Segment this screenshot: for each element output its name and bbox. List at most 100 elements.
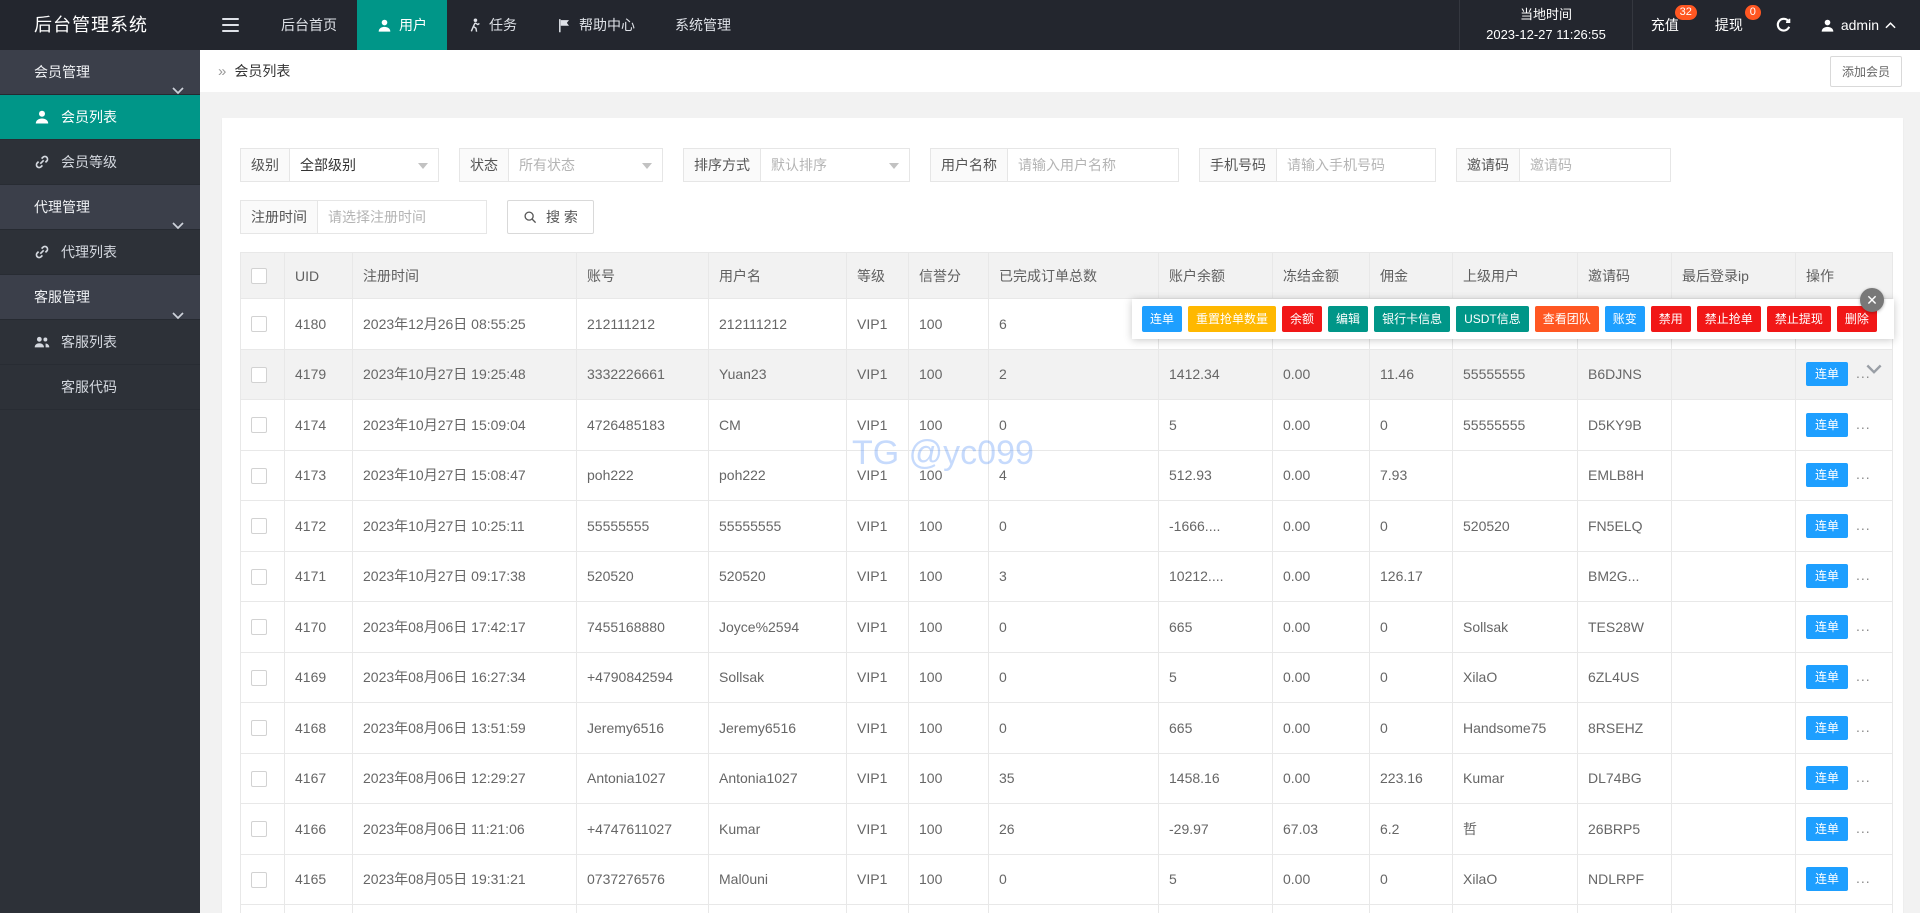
chain-order-button[interactable]: 连单 (1806, 715, 1849, 740)
select-all-checkbox[interactable] (251, 268, 267, 285)
sidebar-item-会员等级[interactable]: 会员等级 (0, 140, 200, 185)
popup-button-编辑[interactable]: 编辑 (1328, 306, 1369, 332)
chain-order-button[interactable]: 连单 (1806, 867, 1849, 892)
popup-button-连单[interactable]: 连单 (1142, 306, 1183, 332)
popup-button-银行卡信息[interactable]: 银行卡信息 (1374, 306, 1451, 332)
top-navbar: 后台管理系统 后台首页 用户 任务 帮助中心 系统管理 当地时间 2023-12-27 … (0, 0, 1920, 50)
link-icon (34, 244, 50, 260)
chain-order-button[interactable]: 连单 (1806, 412, 1849, 437)
cell (988, 904, 1159, 913)
row-checkbox[interactable] (251, 619, 267, 636)
popup-button-重置抢单数量[interactable]: 重置抢单数量 (1188, 306, 1277, 332)
popup-button-USDT信息[interactable]: USDT信息 (1456, 306, 1529, 332)
cell: poh222 (576, 449, 709, 501)
recharge-button[interactable]: 充值 32 (1633, 0, 1697, 50)
cell: 4179 (284, 348, 353, 400)
withdraw-button[interactable]: 提现 0 (1697, 0, 1761, 50)
cell: 100 (908, 853, 989, 905)
sidebar-item-会员列表[interactable]: 会员列表 (0, 95, 200, 140)
local-time-label: 当地时间 (1519, 6, 1572, 22)
more-actions-button[interactable]: ... (1856, 618, 1871, 634)
chain-order-button[interactable]: 连单 (1806, 463, 1849, 488)
row-checkbox[interactable] (251, 871, 267, 888)
sidebar-group-代理管理[interactable]: 代理管理 (0, 185, 200, 230)
chain-order-button[interactable]: 连单 (1806, 564, 1849, 589)
row-checkbox[interactable] (251, 518, 267, 535)
cell: Kumar (1452, 752, 1578, 804)
filter-select-value[interactable]: 默认排序 (760, 148, 910, 182)
nav-item-后台首页[interactable]: 后台首页 (261, 0, 357, 50)
sidebar-group-会员管理[interactable]: 会员管理 (0, 50, 200, 95)
column-header: 账号 (576, 252, 709, 299)
cell: 2 (988, 348, 1159, 400)
popup-button-禁止提现[interactable]: 禁止提现 (1766, 306, 1831, 332)
dropdown-arrow-icon (418, 163, 428, 169)
row-checkbox[interactable] (251, 770, 267, 787)
filter-label: 排序方式 (683, 148, 760, 182)
user-avatar-icon (1820, 18, 1835, 33)
more-actions-button[interactable]: ... (1856, 668, 1871, 684)
cell: VIP1 (846, 348, 909, 400)
row-checkbox[interactable] (251, 366, 267, 383)
search-button[interactable]: 搜 索 (507, 200, 594, 234)
chain-order-button[interactable]: 连单 (1806, 513, 1849, 538)
popup-button-余额[interactable]: 余额 (1282, 306, 1323, 332)
row-checkbox[interactable] (251, 568, 267, 585)
row-checkbox[interactable] (251, 467, 267, 484)
more-actions-button[interactable]: ... (1856, 820, 1871, 836)
filter-text-input[interactable] (1519, 148, 1671, 182)
sidebar-item-代理列表[interactable]: 代理列表 (0, 230, 200, 275)
row-checkbox[interactable] (251, 417, 267, 434)
more-actions-button[interactable]: ... (1856, 466, 1871, 482)
cell: VIP1 (846, 500, 909, 552)
row-checkbox[interactable] (251, 720, 267, 737)
popup-button-禁止抢单[interactable]: 禁止抢单 (1696, 306, 1761, 332)
row-actions-cell: 连单... (1795, 651, 1893, 703)
local-time-block: 当地时间 2023-12-27 11:26:55 (1459, 0, 1633, 50)
popup-button-禁用[interactable]: 禁用 (1650, 306, 1691, 332)
chevron-down-icon[interactable] (1866, 362, 1882, 374)
add-member-button[interactable]: 添加会员 (1829, 55, 1902, 87)
refresh-icon[interactable] (1761, 17, 1806, 34)
cell: 100 (908, 500, 989, 552)
row-checkbox[interactable] (251, 316, 267, 333)
filter-select-value[interactable]: 所有状态 (508, 148, 663, 182)
more-actions-button[interactable]: ... (1856, 769, 1871, 785)
table-row: 4168 2023年08月06日 13:51:59 Jeremy6516 Jeremy… (240, 702, 1893, 754)
cell: 4726485183 (576, 399, 709, 451)
nav-right: 当地时间 2023-12-27 11:26:55 充值 32 提现 0 admi… (1459, 0, 1920, 50)
row-checkbox[interactable] (251, 669, 267, 686)
register-date-input[interactable] (317, 200, 487, 234)
popup-button-查看团队[interactable]: 查看团队 (1534, 306, 1599, 332)
cell (1671, 348, 1796, 400)
more-actions-button[interactable]: ... (1856, 719, 1871, 735)
cell: 0 (1369, 399, 1453, 451)
more-actions-button[interactable]: ... (1856, 416, 1871, 432)
more-actions-button[interactable]: ... (1856, 870, 1871, 886)
chain-order-button[interactable]: 连单 (1806, 614, 1849, 639)
sidebar-item-客服代码[interactable]: 客服代码 (0, 365, 200, 410)
more-actions-button[interactable]: ... (1856, 517, 1871, 533)
filter-text-input[interactable] (1007, 148, 1179, 182)
cell (1452, 550, 1578, 602)
row-checkbox[interactable] (251, 821, 267, 838)
chain-order-button[interactable]: 连单 (1806, 362, 1849, 387)
user-menu[interactable]: admin (1806, 17, 1920, 33)
chain-order-button[interactable]: 连单 (1806, 816, 1849, 841)
filter-text-input[interactable] (1276, 148, 1436, 182)
nav-item-帮助中心[interactable]: 帮助中心 (537, 0, 655, 50)
chain-order-button[interactable]: 连单 (1806, 766, 1849, 791)
row-checkbox-cell (240, 752, 285, 804)
menu-toggle-icon[interactable] (200, 0, 261, 50)
sidebar-group-客服管理[interactable]: 客服管理 (0, 275, 200, 320)
filter-select-value[interactable]: 全部级别 (289, 148, 439, 182)
nav-item-任务[interactable]: 任务 (447, 0, 537, 50)
nav-item-用户[interactable]: 用户 (357, 0, 447, 50)
sidebar-item-客服列表[interactable]: 客服列表 (0, 320, 200, 365)
nav-item-系统管理[interactable]: 系统管理 (655, 0, 751, 50)
chain-order-button[interactable]: 连单 (1806, 665, 1849, 690)
popup-button-账变[interactable]: 账变 (1604, 306, 1645, 332)
more-actions-button[interactable]: ... (1856, 567, 1871, 583)
sidebar-item-label: 会员等级 (61, 154, 117, 170)
close-icon[interactable]: ✕ (1860, 288, 1884, 312)
